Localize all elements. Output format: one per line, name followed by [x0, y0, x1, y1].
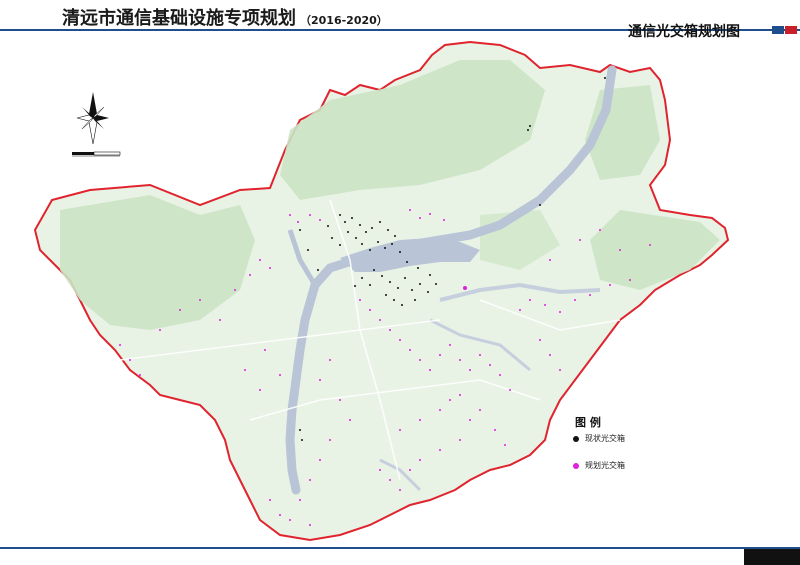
footer-block: [744, 549, 800, 565]
accent-blue-block: [772, 26, 784, 34]
legend-title: 图 例: [575, 416, 601, 429]
legend-label-planned: 规划光交箱: [585, 461, 625, 470]
map-name: 通信光交箱规划图: [628, 24, 740, 40]
footer-divider: [0, 547, 800, 549]
legend-label-existing: 现状光交箱: [585, 434, 625, 443]
title-text: 清远市通信基础设施专项规划: [62, 8, 296, 29]
north-arrow-icon: [76, 92, 109, 145]
title-years: （2016-2020）: [300, 14, 388, 27]
planned-box-icon: [573, 462, 579, 469]
scale-bar: [72, 151, 121, 157]
map: [33, 40, 730, 542]
page-title: 清远市通信基础设施专项规划 （2016-2020）: [62, 4, 388, 30]
accent-red-block: [785, 26, 797, 34]
legend-item-planned: 规划光交箱: [573, 460, 625, 471]
legend-item-existing: 现状光交箱: [573, 433, 625, 444]
existing-box-icon: [573, 435, 579, 442]
